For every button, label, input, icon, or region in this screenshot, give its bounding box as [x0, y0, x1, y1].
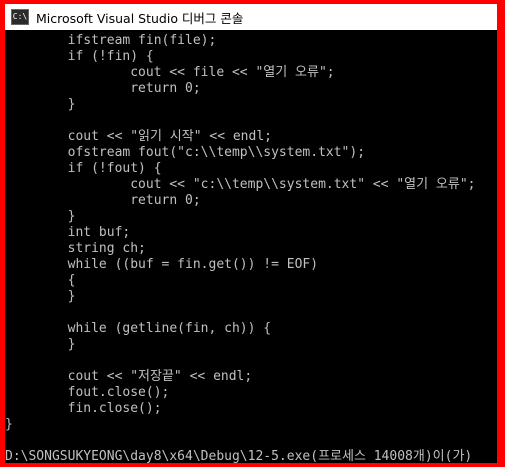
- console-line: return 0;: [5, 81, 201, 96]
- console-line: D:\SONGSUKYEONG\day8\x64\Debug\12-5.exe(…: [5, 449, 473, 463]
- console-line: int buf;: [5, 225, 131, 240]
- console-line: }: [5, 209, 76, 224]
- console-output[interactable]: ifstream fin(file); if (!fin) { cout << …: [5, 30, 497, 463]
- console-app-icon: C:\: [11, 9, 29, 25]
- console-line: if (!fout) {: [5, 161, 162, 176]
- title-bar[interactable]: C:\ Microsoft Visual Studio 디버그 콘솔: [5, 4, 497, 30]
- console-line: ifstream fin(file);: [5, 33, 217, 48]
- console-window: C:\ Microsoft Visual Studio 디버그 콘솔 ifstr…: [5, 4, 497, 463]
- console-line: string ch;: [5, 241, 146, 256]
- console-line: }: [5, 97, 76, 112]
- console-line: {: [5, 273, 76, 288]
- console-line: return 0;: [5, 193, 201, 208]
- console-line: fout.close();: [5, 385, 170, 400]
- console-line: }: [5, 417, 13, 432]
- console-line: }: [5, 337, 76, 352]
- console-line: fin.close();: [5, 401, 162, 416]
- window-title: Microsoft Visual Studio 디버그 콘솔: [36, 10, 244, 26]
- console-line: while (getline(fin, ch)) {: [5, 321, 272, 336]
- console-line: if (!fin) {: [5, 49, 154, 64]
- console-line: while ((buf = fin.get()) != EOF): [5, 257, 319, 272]
- console-line: cout << file << "열기 오류";: [5, 65, 335, 80]
- console-line: ofstream fout("c:\\temp\\system.txt");: [5, 145, 366, 160]
- console-line: }: [5, 289, 76, 304]
- console-line: cout << "저장끝" << endl;: [5, 369, 253, 384]
- console-line: cout << "읽기 시작" << endl;: [5, 129, 272, 144]
- console-line: cout << "c:\\temp\\system.txt" << "열기 오류…: [5, 177, 476, 192]
